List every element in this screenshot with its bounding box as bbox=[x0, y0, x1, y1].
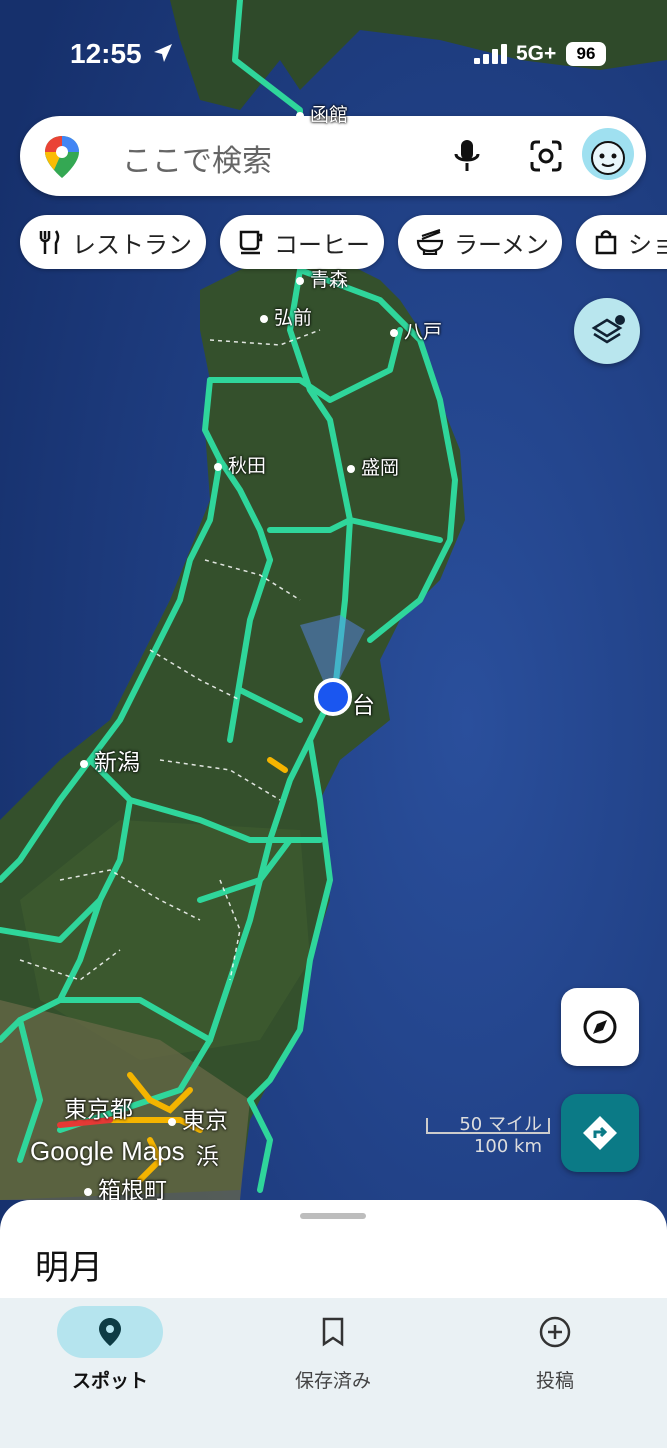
nav-tab-spot[interactable]: スポット bbox=[10, 1306, 210, 1393]
ramen-icon bbox=[416, 229, 444, 255]
coffee-icon bbox=[238, 229, 264, 255]
nav-label-spot: スポット bbox=[71, 1370, 148, 1392]
sheet-drag-handle[interactable] bbox=[300, 1213, 366, 1219]
compass-icon bbox=[583, 1010, 617, 1044]
map-label-yokohama: 浜 bbox=[196, 1144, 219, 1170]
chip-coffee[interactable]: コーヒー bbox=[220, 215, 384, 269]
chip-ramen[interactable]: ラーメン bbox=[398, 215, 562, 269]
microphone-icon[interactable] bbox=[452, 138, 482, 178]
chip-label: ラーメン bbox=[454, 230, 550, 259]
map-scale: 50 マイル 100 km bbox=[396, 1110, 550, 1157]
google-lens-icon[interactable] bbox=[528, 138, 564, 178]
nav-label-post: 投稿 bbox=[535, 1370, 574, 1392]
avatar[interactable] bbox=[582, 128, 634, 180]
map-label-aomori: 青森 bbox=[296, 265, 348, 292]
status-time: 12:55 bbox=[70, 38, 142, 69]
map-label-hakodate: 函館 bbox=[296, 100, 348, 127]
map-label-morioka: 盛岡 bbox=[347, 453, 399, 480]
map-label-hachinohe: 八戸 bbox=[390, 317, 442, 344]
google-maps-pin-icon bbox=[42, 134, 82, 184]
shopping-bag-icon bbox=[594, 229, 618, 255]
map-label-akita: 秋田 bbox=[214, 451, 266, 478]
compass-button[interactable] bbox=[561, 988, 639, 1066]
network-type: 5G+ bbox=[516, 42, 557, 65]
google-maps-logo: Google Maps bbox=[30, 1136, 185, 1166]
layers-button[interactable] bbox=[574, 298, 640, 364]
map-label-tokyo: 東京 bbox=[168, 1101, 228, 1135]
signal-icon bbox=[474, 44, 508, 68]
restaurant-icon bbox=[38, 229, 62, 255]
bottom-navigation: スポット 保存済み 投稿 bbox=[0, 1298, 667, 1448]
nav-tab-post[interactable]: 投稿 bbox=[455, 1306, 655, 1393]
chip-restaurant[interactable]: レストラン bbox=[20, 215, 206, 269]
map-label-sendai: 台 bbox=[352, 693, 375, 719]
location-pin-icon bbox=[99, 1318, 121, 1346]
search-bar[interactable]: ここで検索 bbox=[20, 116, 646, 196]
bookmark-icon bbox=[322, 1317, 344, 1347]
chip-label: コーヒー bbox=[274, 230, 370, 259]
nav-label-saved: 保存済み bbox=[294, 1370, 371, 1392]
current-location-marker bbox=[314, 678, 352, 716]
location-arrow-icon bbox=[152, 42, 174, 68]
map-label-niigata: 新潟 bbox=[80, 743, 140, 777]
add-circle-icon bbox=[539, 1316, 571, 1348]
bottom-sheet[interactable]: 明月 bbox=[0, 1200, 667, 1300]
map-label-tokyo-to: 東京都 bbox=[64, 1097, 133, 1123]
battery-indicator: 96 bbox=[566, 42, 606, 66]
chip-label: レストラン bbox=[72, 230, 192, 259]
search-input[interactable]: ここで検索 bbox=[122, 136, 272, 180]
sheet-title: 明月 bbox=[35, 1248, 103, 1288]
chip-shopping[interactable]: ショ bbox=[576, 215, 667, 269]
nav-tab-saved[interactable]: 保存済み bbox=[233, 1306, 433, 1393]
layers-icon bbox=[591, 315, 625, 344]
directions-button[interactable] bbox=[561, 1094, 639, 1172]
status-bar: 12:55 5G+ 96 bbox=[0, 0, 667, 100]
directions-icon bbox=[583, 1116, 617, 1150]
chip-label: ショ bbox=[628, 230, 667, 259]
map-label-hirosaki: 弘前 bbox=[260, 303, 312, 330]
